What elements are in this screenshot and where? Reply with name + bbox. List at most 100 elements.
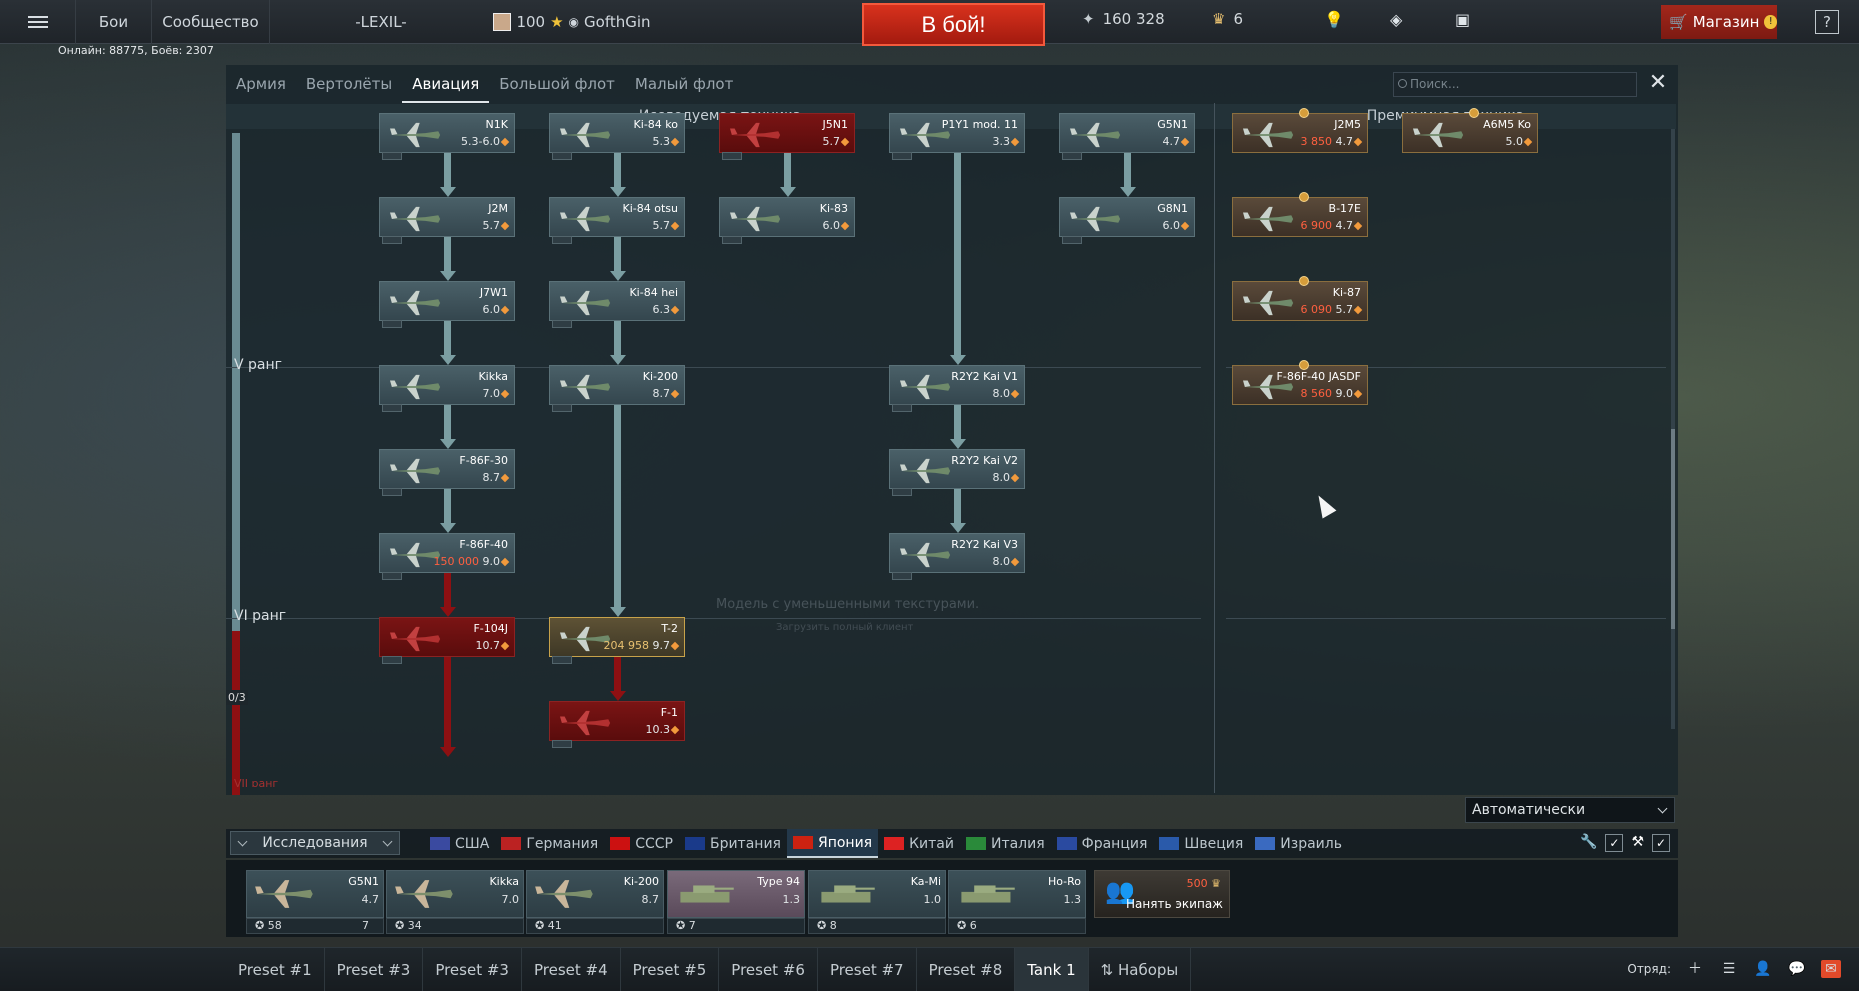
preset-tab-3[interactable]: Preset #4 [522,948,621,991]
nation-tab-1[interactable]: Германия [495,829,604,858]
vehicle-card-r2y2v1[interactable]: R2Y2 Kai V1 8.0 [889,365,1025,412]
crew-slot-1[interactable]: Kikka 7.0 ✪ 34 [386,870,524,934]
nation-tab-6[interactable]: Италия [960,829,1051,858]
contacts-icon[interactable]: 👤 [1753,960,1773,978]
preset-tab-1[interactable]: Preset #3 [325,948,424,991]
help-button[interactable]: ? [1815,10,1839,34]
vehicle-name: Kikka [478,370,508,383]
sub-slot [382,656,402,664]
diamond-icon[interactable]: ◈ [1390,10,1402,29]
vehicle-name: A6M5 Ko [1483,118,1531,131]
battles-menu[interactable]: Бои [76,0,152,44]
to-battle-button[interactable]: В бой! [862,3,1045,46]
nation-tab-5[interactable]: Китай [878,829,960,858]
check-icon[interactable]: ✓ [1652,834,1670,852]
vehicle-card-f86f40[interactable]: F-86F-40 150 000 9.0 [379,533,515,580]
vehicle-card-j7w1[interactable]: J7W1 6.0 [379,281,515,328]
list-icon[interactable]: ☰ [1719,960,1739,978]
vehicle-card-n1k[interactable]: N1K 5.3-6.0 [379,113,515,160]
research-mode-select[interactable]: Автоматически [1465,797,1675,823]
golden-eagles[interactable]: ♛ 6 [1212,10,1243,28]
aircraft-icon [390,374,441,400]
vehicle-card-ki84ko[interactable]: Ki-84 ko 5.3 [549,113,685,160]
scrollbar[interactable] [1671,129,1675,729]
crew-vehicle-name: Kikka [489,875,519,888]
lightbulb-icon[interactable]: 💡 [1324,10,1344,29]
star-icon: ★ [550,12,564,31]
preset-tab-6[interactable]: Preset #7 [818,948,917,991]
battle-rating: 5.3 [653,135,680,148]
vehicle-card-a6m5ko[interactable]: A6M5 Ko 5.0 [1402,108,1538,153]
vehicle-card-b17e[interactable]: B-17E 6 900 4.7 [1232,192,1368,237]
tree-arrow [440,747,456,757]
nation-tab-0[interactable]: США [424,829,495,858]
wrench-icon[interactable]: 🔧 [1580,834,1597,852]
chat-icon[interactable]: 💬 [1787,960,1807,978]
shop-button[interactable]: 🛒 Магазин ! [1661,5,1777,39]
vehicle-card-f86f30[interactable]: F-86F-30 8.7 [379,449,515,496]
diamond-icon [500,389,510,399]
preset-tab-8[interactable]: Tank 1 [1015,948,1089,991]
vehicle-card-j2m[interactable]: J2M 5.7 [379,197,515,244]
crew-slot-4[interactable]: Ka-Mi 1.0 ✪ 8 [808,870,946,934]
vehicle-card-f1[interactable]: F-1 10.3 [549,701,685,748]
hire-crew-button[interactable]: 👥 500 ♛ Нанять экипаж [1094,870,1230,918]
battle-rating: 6 090 5.7 [1301,303,1363,316]
add-icon[interactable]: ＋ [1685,960,1705,978]
nation-tab-3[interactable]: Британия [679,829,787,858]
crew-slot-5[interactable]: Ho-Ro 1.3 ✪ 6 [948,870,1086,934]
vehicle-card-f86f40jasdf[interactable]: F-86F-40 JASDF 8 560 9.0 [1232,360,1368,405]
vehicle-card-j5n1[interactable]: J5N1 5.7 [719,113,855,160]
crew-slot-2[interactable]: Ki-200 8.7 ✪ 41 [526,870,664,934]
battle-rating: 4.7 [1163,135,1190,148]
silver-lions[interactable]: ✦ 160 328 [1082,10,1165,28]
crew-slot-0[interactable]: G5N1 4.7 ✪ 58 7 [246,870,384,934]
diamond-icon [500,221,510,231]
battle-rating: 150 000 9.0 [434,555,510,568]
preset-tab-2[interactable]: Preset #3 [423,948,522,991]
vehicle-card-f104j[interactable]: F-104J 10.7 [379,617,515,664]
vehicle-card-r2y2v3[interactable]: R2Y2 Kai V3 8.0 [889,533,1025,580]
nation-tab-9[interactable]: Израиль [1249,829,1348,858]
nation-tab-4[interactable]: Япония [786,829,879,858]
preset-tab-5[interactable]: Preset #6 [719,948,818,991]
nation-tab-7[interactable]: Франция [1051,829,1154,858]
research-toggle-button[interactable]: Исследования [230,831,400,855]
username: GofthGin [584,12,651,31]
download-full-client-link[interactable]: Загрузить полный клиент [776,622,913,633]
preset-tab-9[interactable]: ⇅ Наборы [1089,948,1192,991]
squad-tag[interactable]: -LEXIL- [270,0,492,44]
community-menu[interactable]: Сообщество [152,0,270,44]
vehicle-card-j2m5[interactable]: J2M5 3 850 4.7 [1232,108,1368,153]
main-menu-button[interactable] [0,0,76,44]
profile-button[interactable]: 100 ★ ◉ GofthGin [492,0,652,44]
repair-all-icon[interactable]: ⚒ [1631,834,1644,852]
preset-tab-7[interactable]: Preset #8 [917,948,1016,991]
tree-arrow [950,523,966,533]
vehicle-card-g8n1[interactable]: G8N1 6.0 [1059,197,1195,244]
vehicle-card-t2[interactable]: T-2 204 958 9.7 [549,617,685,664]
diamond-icon [670,389,680,399]
crew-level: ✪ 8 [808,918,946,934]
nation-tab-8[interactable]: Швеция [1153,829,1249,858]
bundle-icon[interactable]: ▣ [1455,10,1470,29]
vehicle-card-p1y1[interactable]: P1Y1 mod. 11 3.3 [889,113,1025,160]
crew-vehicle-br: 7.0 [501,893,520,906]
preset-tab-0[interactable]: Preset #1 [226,948,325,991]
vehicle-card-ki84hei[interactable]: Ki-84 hei 6.3 [549,281,685,328]
crew-vehicle-name: Ho-Ro [1047,875,1081,888]
vehicle-card-g5n1[interactable]: G5N1 4.7 [1059,113,1195,160]
mail-icon[interactable]: ✉ [1821,960,1841,978]
premium-badge-icon [1299,108,1309,118]
preset-tab-4[interactable]: Preset #5 [621,948,720,991]
crew-slot-3[interactable]: Type 94 1.3 ✪ 7 [667,870,805,934]
vehicle-card-kikka[interactable]: Kikka 7.0 [379,365,515,412]
vehicle-card-ki84otsu[interactable]: Ki-84 otsu 5.7 [549,197,685,244]
nation-tab-2[interactable]: СССР [604,829,679,858]
check-icon[interactable]: ✓ [1605,834,1624,852]
scroll-thumb[interactable] [1671,429,1675,629]
vehicle-card-ki200[interactable]: Ki-200 8.7 [549,365,685,412]
vehicle-card-ki87[interactable]: Ki-87 6 090 5.7 [1232,276,1368,321]
vehicle-card-ki83[interactable]: Ki-83 6.0 [719,197,855,244]
vehicle-card-r2y2v2[interactable]: R2Y2 Kai V2 8.0 [889,449,1025,496]
